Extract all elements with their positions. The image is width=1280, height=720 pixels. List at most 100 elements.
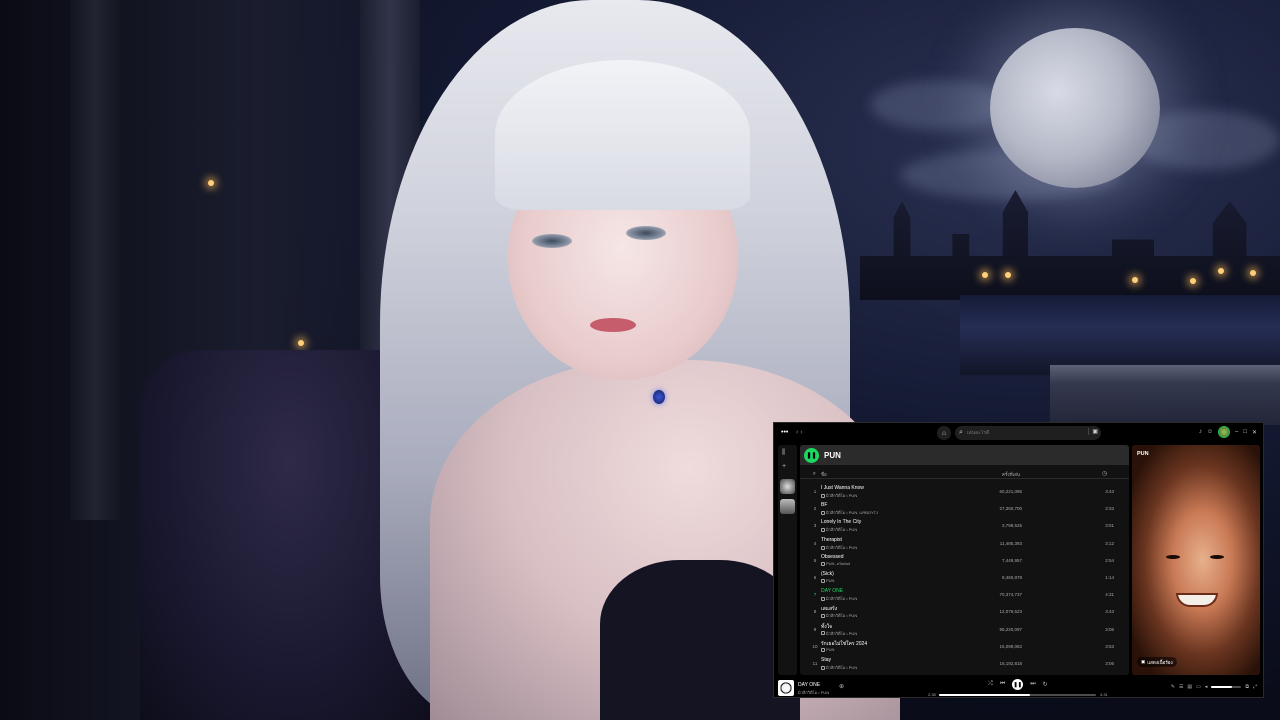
- artist-title: PUN: [824, 450, 841, 460]
- play-pause-button[interactable]: ❚❚: [804, 447, 819, 463]
- tracklist: 1 I Just Wanna Know มิวสิกวิดีโอ • PUN 60,2…: [800, 483, 1129, 672]
- browse-icon[interactable]: ▣: [1088, 428, 1098, 435]
- elapsed-time: 2:38: [928, 692, 936, 697]
- queue-icon[interactable]: ▤: [1187, 684, 1192, 690]
- player-track-title[interactable]: DAY ONE: [798, 682, 820, 688]
- add-to-library-icon[interactable]: ⊕: [839, 683, 844, 690]
- bell-icon[interactable]: ♪: [1199, 429, 1202, 435]
- maximize-icon[interactable]: □: [1243, 429, 1247, 435]
- track-duration: 3:43: [1105, 489, 1114, 494]
- library-icon[interactable]: ⫼: [782, 449, 785, 457]
- next-icon[interactable]: ⏭: [1030, 681, 1035, 688]
- track-number: 10: [812, 643, 818, 649]
- track-number: 1: [813, 489, 817, 494]
- track-row[interactable]: 4 Therapist มิวสิกวิดีโอ • PUN 11,485,393 3:…: [800, 535, 1129, 552]
- track-title[interactable]: I Just Wanna Know: [821, 485, 864, 491]
- mini-player-icon[interactable]: ⧉: [1245, 684, 1249, 690]
- track-row[interactable]: 5 Obsessed PUN, aTorlad 7,449,957 2:54: [800, 552, 1129, 569]
- track-artists[interactable]: มิวสิกวิดีโอ • PUN: [826, 665, 857, 670]
- wallpaper-bangs: [495, 60, 750, 210]
- video-badge-icon: [821, 528, 825, 533]
- track-row[interactable]: 8 เสแสร้ง มิวสิกวิดีโอ • PUN 12,079,523 3:43: [800, 603, 1129, 620]
- player-bar: DAY ONE มิวสิกวิดีโอ • PUN ⊕ ⤮ ⏮ ❚❚ ⏭ ↻ …: [774, 677, 1263, 699]
- device-icon[interactable]: ▭: [1196, 684, 1201, 690]
- track-row[interactable]: 10 รักเธอไม่ใช่ใคร 2024 PUN 15,099,082 3:53: [800, 638, 1129, 655]
- library-thumbnail[interactable]: [780, 499, 795, 514]
- player-track-subtitle[interactable]: มิวสิกวิดีโอ • PUN: [798, 689, 829, 696]
- home-button[interactable]: ⌂: [937, 426, 951, 440]
- track-row[interactable]: 2 BF มิวสิกวิดีโอ • PUN, URBOYTJ 27,360,700…: [800, 500, 1129, 517]
- track-artists[interactable]: มิวสิกวิดีโอ • PUN: [826, 493, 857, 498]
- play-pause-button[interactable]: ❚❚: [1012, 679, 1024, 690]
- track-artists[interactable]: PUN: [826, 578, 834, 583]
- track-title[interactable]: Stay: [821, 657, 831, 663]
- wallpaper-light: [208, 180, 214, 186]
- fullscreen-icon[interactable]: ⤢: [1253, 684, 1257, 690]
- progress-bar[interactable]: [939, 694, 1096, 696]
- back-forward-icons[interactable]: ‹ ›: [796, 429, 803, 436]
- volume-icon[interactable]: ◂: [1205, 684, 1208, 690]
- library-thumbnail[interactable]: [780, 479, 795, 494]
- lyrics-icon[interactable]: ☰: [1179, 684, 1183, 690]
- track-artists[interactable]: มิวสิกวิดีโอ • PUN: [826, 596, 857, 601]
- track-plays: 70,374,737: [999, 592, 1022, 598]
- search-bar[interactable]: ⌕ ▣: [955, 426, 1101, 440]
- show-lyrics-button[interactable]: ▣ แสดงเนื้อร้อง: [1137, 657, 1177, 667]
- wallpaper-light: [1132, 277, 1138, 283]
- shuffle-icon[interactable]: ⤮: [988, 681, 993, 688]
- track-duration: 3:06: [1105, 626, 1114, 632]
- previous-icon[interactable]: ⏮: [1000, 681, 1005, 688]
- track-title[interactable]: (Sick): [821, 571, 834, 577]
- wallpaper-pendant: [653, 390, 665, 404]
- track-artists[interactable]: PUN: [826, 647, 834, 652]
- track-subtitle: PUN: [821, 578, 834, 583]
- volume-slider[interactable]: [1211, 686, 1242, 688]
- track-row[interactable]: 3 Lonely In The City มิวสิกวิดีโอ • PUN 3,7…: [800, 517, 1129, 534]
- repeat-icon[interactable]: ↻: [1043, 681, 1048, 688]
- track-artists[interactable]: มิวสิกวิดีโอ • PUN: [826, 527, 857, 532]
- track-row[interactable]: 6 (Sick) PUN 8,460,878 1:14: [800, 569, 1129, 586]
- track-title[interactable]: Obsessed: [821, 554, 844, 560]
- ellipsis-icon[interactable]: •••: [781, 429, 788, 436]
- track-title[interactable]: BF: [821, 502, 827, 508]
- track-artists[interactable]: มิวสิกวิดีโอ • PUN, URBOYTJ: [826, 510, 878, 515]
- track-row[interactable]: 9 ทั้งใจ มิวสิกวิดีโอ • PUN 95,220,097 3:06: [800, 621, 1129, 638]
- track-artists[interactable]: มิวสิกวิดีโอ • PUN: [826, 631, 857, 636]
- video-badge-icon: [821, 511, 825, 516]
- player-cover[interactable]: [778, 680, 794, 696]
- search-input[interactable]: [966, 430, 1077, 436]
- video-badge-icon: [821, 578, 825, 583]
- track-row[interactable]: 7 DAY ONE มิวสิกวิดีโอ • PUN 70,374,737 4:31: [800, 586, 1129, 603]
- track-row[interactable]: 11 Stay มิวสิกวิดีโอ • PUN 15,192,818 3:06: [800, 655, 1129, 672]
- spotify-window: ••• ‹ › ⌂ ⌕ ▣ ♪ ☺ – □ ✕ ⫼ + ❚❚ PUN # ชื่…: [773, 422, 1264, 698]
- track-artists[interactable]: PUN, aTorlad: [826, 561, 850, 566]
- wallpaper-light: [298, 340, 304, 346]
- artwork-eye: [1210, 555, 1224, 559]
- plus-icon[interactable]: +: [782, 463, 786, 470]
- track-plays: 11,485,393: [999, 540, 1022, 546]
- track-number: 7: [813, 592, 817, 598]
- video-badge-icon: [821, 665, 825, 670]
- video-badge-icon: [821, 545, 825, 550]
- artwork-eye: [1166, 555, 1180, 559]
- track-row[interactable]: 1 I Just Wanna Know มิวสิกวิดีโอ • PUN 60,2…: [800, 483, 1129, 500]
- pause-icon: ❚❚: [806, 452, 817, 459]
- artist-header: ❚❚ PUN: [800, 445, 1129, 465]
- track-artists[interactable]: มิวสิกวิดีโอ • PUN: [826, 613, 857, 618]
- now-playing-view-icon[interactable]: ✎: [1171, 684, 1175, 690]
- track-subtitle: PUN: [821, 647, 834, 652]
- volume-fill: [1211, 686, 1233, 688]
- friends-icon[interactable]: ☺: [1207, 429, 1213, 435]
- wallpaper-light: [1190, 278, 1196, 284]
- wallpaper-light: [1250, 270, 1256, 276]
- track-title[interactable]: Lonely In The City: [821, 519, 861, 525]
- track-title[interactable]: Therapist: [821, 537, 842, 543]
- track-duration: 1:14: [1105, 574, 1114, 580]
- clock-icon: ◷: [1102, 471, 1108, 477]
- track-title[interactable]: DAY ONE: [821, 588, 843, 594]
- minimize-icon[interactable]: –: [1235, 429, 1238, 435]
- track-plays: 12,079,523: [999, 609, 1022, 615]
- avatar[interactable]: [1218, 426, 1230, 438]
- close-icon[interactable]: ✕: [1252, 429, 1257, 436]
- track-artists[interactable]: มิวสิกวิดีโอ • PUN: [826, 545, 857, 550]
